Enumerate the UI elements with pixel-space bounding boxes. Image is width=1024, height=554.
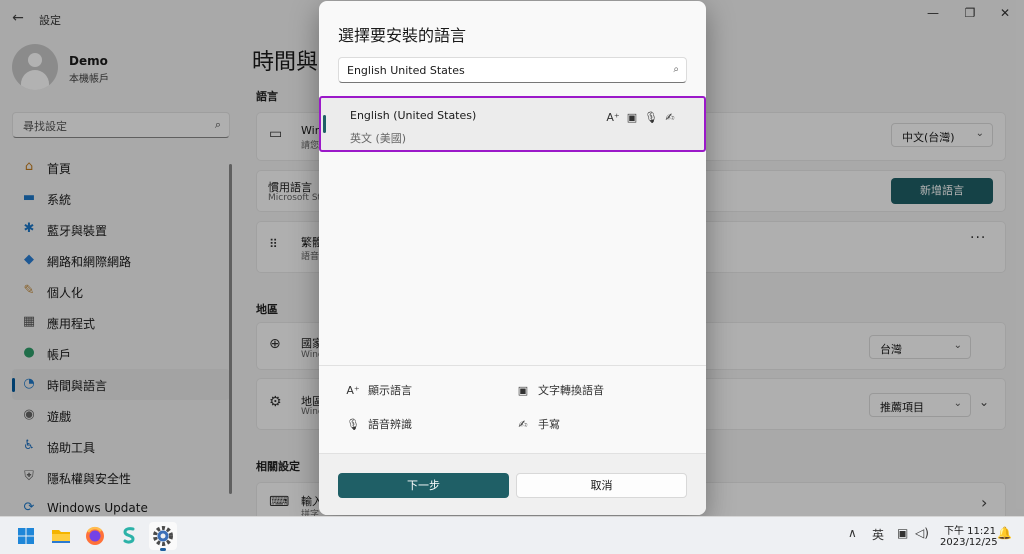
handwriting-icon: ✍ (665, 111, 675, 124)
legend-label: 語音辨識 (368, 418, 412, 431)
network-icon[interactable]: ▣ (897, 526, 908, 540)
legend-speech-recognition: 🎙 語音辨識 (346, 416, 412, 432)
display-language-icon: A⁺ (346, 384, 360, 397)
legend-text-to-speech: ▣ 文字轉換語音 (516, 382, 604, 398)
clock-date[interactable]: 2023/12/25 (940, 537, 998, 548)
next-button[interactable]: 下一步 (338, 473, 509, 498)
text-to-speech-icon: ▣ (626, 111, 638, 124)
language-native-name: 英文 (美國) (350, 132, 407, 145)
firefox-icon[interactable] (81, 522, 109, 550)
language-search-input[interactable]: English United States ⌕ (338, 57, 687, 83)
volume-icon[interactable]: ◁) (915, 526, 929, 540)
start-icon[interactable] (12, 522, 40, 550)
text-to-speech-icon: ▣ (517, 384, 529, 397)
ime-indicator[interactable]: 英 (872, 526, 884, 543)
handwriting-icon: ✍ (518, 418, 528, 431)
app-s-icon[interactable] (115, 522, 143, 550)
display-language-icon: A⁺ (606, 111, 620, 124)
legend-display-language: A⁺ 顯示語言 (346, 382, 412, 398)
file-explorer-icon[interactable] (47, 522, 75, 550)
language-name: English (United States) (350, 109, 477, 122)
legend-label: 文字轉換語音 (538, 384, 604, 397)
clock-time[interactable]: 下午 11:21 (944, 522, 996, 537)
language-result-item[interactable]: English (United States) 英文 (美國) A⁺ ▣ 🎙 ✍ (319, 96, 706, 152)
cancel-button[interactable]: 取消 (516, 473, 687, 498)
notification-bell-icon[interactable]: 🔔 (997, 526, 1012, 540)
microphone-icon: 🎙 (346, 418, 360, 431)
microphone-icon: 🎙 (644, 111, 658, 124)
search-icon[interactable]: ⌕ (673, 64, 679, 75)
legend-label: 手寫 (538, 418, 560, 431)
legend-label: 顯示語言 (368, 384, 412, 397)
tray-overflow-chevron-icon[interactable]: ∧ (848, 526, 857, 540)
taskbar: ∧ 英 ▣ ◁) 下午 11:21 2023/12/25 🔔 (0, 516, 1024, 554)
selection-indicator (323, 115, 326, 133)
choose-language-dialog: 選擇要安裝的語言 English United States ⌕ English… (319, 1, 706, 515)
dialog-footer: 下一步 取消 (319, 453, 706, 515)
dialog-divider (319, 365, 706, 366)
language-search-value: English United States (347, 64, 465, 77)
dialog-title: 選擇要安裝的語言 (338, 26, 467, 45)
settings-gear-icon[interactable] (149, 522, 177, 551)
legend-handwriting: ✍ 手寫 (516, 416, 560, 432)
